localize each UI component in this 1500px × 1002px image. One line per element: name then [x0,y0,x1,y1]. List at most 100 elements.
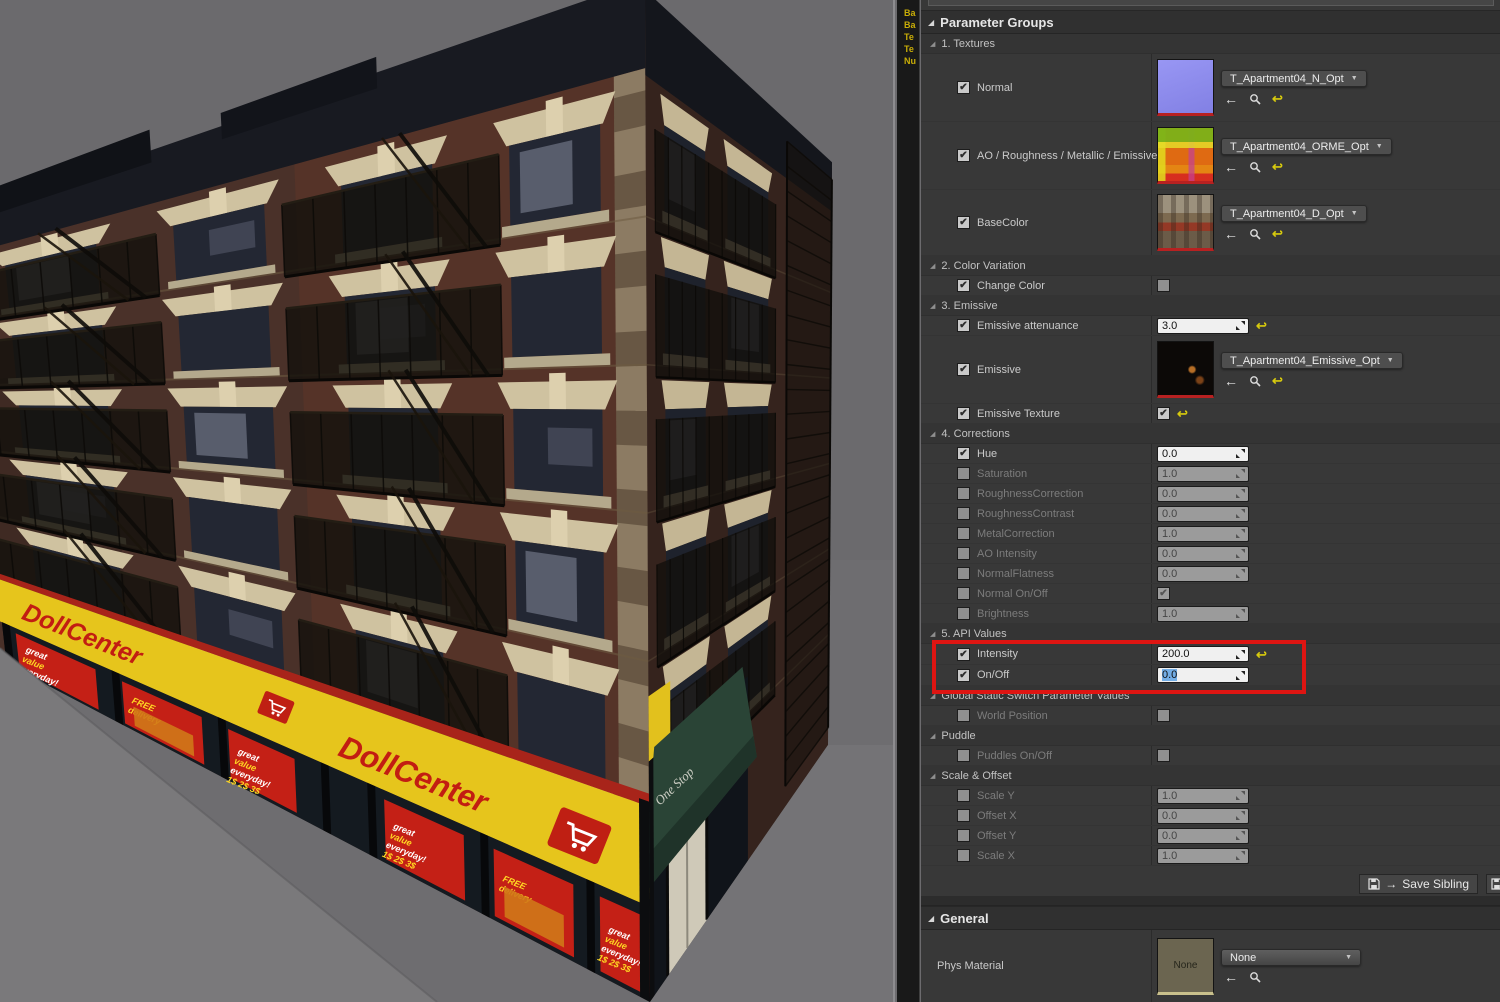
category-3-emissive[interactable]: ◢3. Emissive [921,296,1500,316]
collapse-arrow-icon[interactable]: ◢ [928,18,934,27]
clipped-pin-label: Ba [897,7,919,19]
browse-asset-icon[interactable] [1249,375,1261,387]
save-sibling-button[interactable]: → Save Sibling [1359,874,1478,894]
save-child-button-clipped[interactable] [1486,874,1500,894]
use-selected-asset-icon[interactable]: ← [1224,93,1238,105]
value-field-ao-intensity[interactable]: 0.0 [1157,546,1249,562]
use-selected-asset-icon[interactable]: ← [1224,161,1238,173]
use-selected-asset-icon[interactable]: ← [1224,228,1238,240]
param-enable-checkbox[interactable]: ✔ [957,279,970,292]
param-enable-checkbox[interactable] [957,829,970,842]
value-field-emissive-attenuance[interactable]: 3.0 [1157,318,1249,334]
param-enable-checkbox[interactable] [957,849,970,862]
value-field-brightness[interactable]: 1.0 [1157,606,1249,622]
param-enable-checkbox[interactable]: ✔ [957,149,970,162]
reset-to-default-icon[interactable]: ↩ [1177,407,1188,420]
browse-asset-icon[interactable] [1249,971,1261,983]
collapse-arrow-icon[interactable]: ◢ [928,914,934,923]
collapse-arrow-icon[interactable]: ◢ [930,262,935,270]
browse-asset-icon[interactable] [1249,228,1261,240]
reset-to-default-icon[interactable]: ↩ [1256,319,1267,332]
reset-to-default-icon[interactable]: ↩ [1272,374,1283,387]
category-4-corrections[interactable]: ◢4. Corrections [921,424,1500,444]
param-enable-checkbox[interactable]: ✔ [957,407,970,420]
collapse-arrow-icon[interactable]: ◢ [930,692,935,700]
param-enable-checkbox[interactable] [957,567,970,580]
reset-to-default-icon[interactable]: ↩ [1272,160,1283,173]
category-scale-offset[interactable]: ◢Scale & Offset [921,766,1500,786]
value-checkbox-normal-on-off[interactable]: ✔ [1157,587,1170,600]
collapse-arrow-icon[interactable]: ◢ [930,40,935,48]
row-on-off: ✔On/Off0.0 [921,665,1500,686]
category-global-static-switch-parameter-values[interactable]: ◢Global Static Switch Parameter Values [921,686,1500,706]
column-splitter[interactable] [1151,930,1152,1002]
use-selected-asset-icon[interactable]: ← [1224,971,1238,983]
param-enable-checkbox[interactable]: ✔ [957,319,970,332]
value-field-saturation[interactable]: 1.0 [1157,466,1249,482]
value-field-metalcorrection[interactable]: 1.0 [1157,526,1249,542]
collapse-arrow-icon[interactable]: ◢ [930,732,935,740]
param-enable-checkbox[interactable] [957,789,970,802]
parameter-groups-header[interactable]: ◢ Parameter Groups [921,10,1500,34]
param-enable-checkbox[interactable] [957,809,970,822]
texture-asset-dropdown[interactable]: T_Apartment04_N_Opt▼ [1221,70,1367,87]
value-checkbox-change-color[interactable] [1157,279,1170,292]
phys-material-dropdown[interactable]: None ▼ [1221,949,1361,966]
param-enable-checkbox[interactable] [957,507,970,520]
reset-to-default-icon[interactable]: ↩ [1272,227,1283,240]
general-header[interactable]: ◢ General [921,906,1500,930]
param-enable-checkbox[interactable] [957,709,970,722]
value-checkbox-puddles-on-off[interactable] [1157,749,1170,762]
collapse-arrow-icon[interactable]: ◢ [930,302,935,310]
phys-material-thumbnail[interactable]: None [1157,938,1214,995]
collapse-arrow-icon[interactable]: ◢ [930,430,935,438]
param-enable-checkbox[interactable] [957,467,970,480]
search-details-input[interactable]: Search Details [928,0,1494,6]
param-enable-checkbox[interactable] [957,547,970,560]
texture-thumbnail-emissive[interactable] [1157,341,1214,398]
value-field-roughnesscorrection[interactable]: 0.0 [1157,486,1249,502]
collapse-arrow-icon[interactable]: ◢ [930,772,935,780]
param-enable-checkbox[interactable] [957,607,970,620]
drag-value-icon [1236,469,1245,478]
param-enable-checkbox[interactable] [957,587,970,600]
texture-asset-dropdown[interactable]: T_Apartment04_D_Opt▼ [1221,205,1367,222]
texture-thumbnail-basecolor[interactable] [1157,194,1214,251]
reset-to-default-icon[interactable]: ↩ [1272,92,1283,105]
param-enable-checkbox[interactable]: ✔ [957,81,970,94]
value-field-scale-y[interactable]: 1.0 [1157,788,1249,804]
value-field-hue[interactable]: 0.0 [1157,446,1249,462]
browse-asset-icon[interactable] [1249,161,1261,173]
param-enable-checkbox[interactable]: ✔ [957,669,970,682]
param-enable-checkbox[interactable] [957,527,970,540]
param-enable-checkbox[interactable]: ✔ [957,216,970,229]
value-field-scale-x[interactable]: 1.0 [1157,848,1249,864]
reset-to-default-icon[interactable]: ↩ [1256,648,1267,661]
category-puddle[interactable]: ◢Puddle [921,726,1500,746]
value-checkbox-world-position[interactable] [1157,709,1170,722]
value-field-intensity[interactable]: 200.0 [1157,646,1249,662]
3d-viewport[interactable]: DollCenterDollCentergreatvalueeveryday!1… [0,0,895,1002]
param-label: AO / Roughness / Metallic / Emissive [977,150,1157,162]
category-1-textures[interactable]: ◢1. Textures [921,34,1500,54]
value-checkbox-emissive-texture[interactable]: ✔ [1157,407,1170,420]
browse-asset-icon[interactable] [1249,93,1261,105]
value-field-normalflatness[interactable]: 0.0 [1157,566,1249,582]
param-enable-checkbox[interactable] [957,749,970,762]
param-enable-checkbox[interactable]: ✔ [957,648,970,661]
param-enable-checkbox[interactable] [957,487,970,500]
texture-thumbnail-ao-roughness-metallic-emissive[interactable] [1157,127,1214,184]
value-field-on-off[interactable]: 0.0 [1157,667,1249,683]
value-field-offset-x[interactable]: 0.0 [1157,808,1249,824]
value-field-offset-y[interactable]: 0.0 [1157,828,1249,844]
texture-asset-dropdown[interactable]: T_Apartment04_ORME_Opt▼ [1221,138,1392,155]
category-5-api-values[interactable]: ◢5. API Values [921,624,1500,644]
use-selected-asset-icon[interactable]: ← [1224,375,1238,387]
texture-asset-dropdown[interactable]: T_Apartment04_Emissive_Opt▼ [1221,352,1403,369]
collapse-arrow-icon[interactable]: ◢ [930,630,935,638]
param-enable-checkbox[interactable]: ✔ [957,363,970,376]
texture-thumbnail-normal[interactable] [1157,59,1214,116]
category-2-color-variation[interactable]: ◢2. Color Variation [921,256,1500,276]
param-enable-checkbox[interactable]: ✔ [957,447,970,460]
value-field-roughnesscontrast[interactable]: 0.0 [1157,506,1249,522]
